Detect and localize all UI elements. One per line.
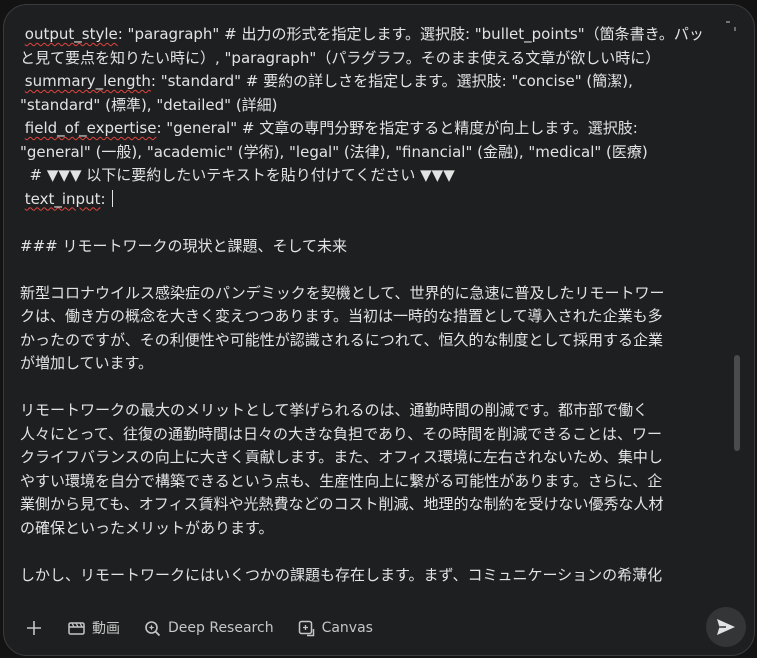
line-text: "general" (一般), "academic" (学術), "legal"… — [20, 142, 648, 161]
line-text: 新型コロナウイルス感染症のパンデミックを契機として、世界的に急速に普及したリモー… — [20, 283, 665, 302]
editor-line: 人々にとって、往復の通勤時間は日々の大きな負担であり、その時間を削減できることは… — [20, 423, 726, 447]
line-text: の確保といったメリットがあります。 — [20, 518, 274, 537]
editor-line: の確保といったメリットがあります。 — [20, 517, 726, 541]
line-text: : "paragraph" # 出力の形式を指定します。選択肢: "bullet… — [117, 25, 704, 43]
editor-line: "general" (一般), "academic" (学術), "legal"… — [20, 141, 726, 165]
add-button[interactable] — [18, 612, 50, 644]
line-text: ### リモートワークの現状と課題、そして未来 — [20, 236, 348, 255]
scrollbar[interactable] — [734, 19, 740, 602]
line-text: しかし、リモートワークにはいくつかの課題も存在します。まず、コミュニケーションの… — [20, 565, 663, 584]
line-text: と見て要点を知りたい時に）, "paragraph"（パラグラフ。そのまま使える… — [20, 48, 661, 67]
param-key: field_of_expertise — [24, 119, 157, 137]
line-text: かったのですが、その利便性や可能性が認識されるにつれて、恒久的な制度として採用す… — [20, 330, 664, 349]
video-tool-button[interactable]: 動画 — [58, 612, 130, 644]
line-text: クは、働き方の概念を大きく変えつつあります。当初は一時的な措置として導入された企… — [20, 307, 663, 325]
editor-line: と見て要点を知りたい時に）, "paragraph"（パラグラフ。そのまま使える… — [20, 47, 726, 71]
deep-research-icon — [145, 620, 161, 636]
send-button[interactable] — [706, 607, 746, 647]
editor-line: output_style: "paragraph" # 出力の形式を指定します。… — [20, 23, 726, 47]
editor-line: 新型コロナウイルス感染症のパンデミックを契機として、世界的に急速に普及したリモー… — [20, 282, 726, 306]
editor-line: やすい環境を自分で構築できるという点も、生産性向上に繋がる可能性があります。さら… — [20, 470, 726, 494]
editor-line: # ▼▼▼ 以下に要約したいテキストを貼り付けてください ▼▼▼ — [20, 164, 726, 188]
line-text: "standard" (標準), "detailed" (詳細) — [20, 95, 278, 114]
param-key: text_input — [24, 189, 101, 208]
canvas-icon — [298, 620, 314, 636]
editor-line: ### リモートワークの現状と課題、そして未来 — [20, 235, 726, 259]
line-text: やすい環境を自分で構築できるという点も、生産性向上に繋がる可能性があります。さら… — [20, 471, 663, 490]
editor-line: が増加しています。 — [20, 352, 726, 376]
line-text: が増加しています。 — [20, 354, 154, 372]
send-icon — [717, 619, 735, 635]
editor-line: field_of_expertise: "general" # 文章の専門分野を… — [20, 117, 726, 141]
deep-research-label: Deep Research — [168, 620, 274, 636]
deep-research-button[interactable]: Deep Research — [134, 612, 284, 644]
line-text: : "general" # 文章の専門分野を指定すると精度が向上します。選択肢: — [156, 119, 638, 137]
editor-line: クライフバランスの向上に大きく貢献します。また、オフィス環境に左右されないため、… — [20, 446, 726, 470]
editor-line: しかし、リモートワークにはいくつかの課題も存在します。まず、コミュニケーションの… — [20, 564, 726, 588]
editor-line: リモートワークの最大のメリットとして挙げられるのは、通勤時間の削減です。都市部で… — [20, 399, 726, 423]
line-text: # ▼▼▼ 以下に要約したいテキストを貼り付けてください ▼▼▼ — [29, 166, 455, 184]
scrollbar-thumb[interactable] — [734, 355, 740, 451]
line-text: リモートワークの最大のメリットとして挙げられるのは、通勤時間の削減です。都市部で… — [20, 401, 649, 419]
param-key: output_style — [24, 25, 118, 43]
editor-line: かったのですが、その利便性や可能性が認識されるにつれて、恒久的な制度として採用す… — [20, 329, 726, 353]
input-toolbar: 動画 Deep Research Canvas — [4, 601, 754, 655]
video-tool-label: 動画 — [92, 621, 120, 637]
line-text: : "standard" # 要約の詳しさを指定します。選択肢: "concis… — [150, 72, 633, 90]
editor-line: 業側から見ても、オフィス賃料や光熱費などのコスト削減、地理的な制約を受けない優秀… — [20, 493, 726, 517]
video-icon — [68, 621, 85, 635]
editor-line: クは、働き方の概念を大きく変えつつあります。当初は一時的な措置として導入された企… — [20, 305, 726, 329]
canvas-button[interactable]: Canvas — [288, 612, 383, 644]
text-caret — [112, 189, 114, 207]
editor-line: text_input: — [20, 188, 726, 212]
line-text: 業側から見ても、オフィス賃料や光熱費などのコスト削減、地理的な制約を受けない優秀… — [20, 495, 664, 513]
line-text: : — [100, 189, 111, 208]
prompt-input-panel: output_style: "paragraph" # 出力の形式を指定します。… — [3, 4, 755, 656]
prompt-textarea[interactable]: output_style: "paragraph" # 出力の形式を指定します。… — [20, 19, 726, 602]
canvas-label: Canvas — [321, 620, 373, 636]
editor-line: "standard" (標準), "detailed" (詳細) — [20, 94, 726, 118]
line-text: 人々にとって、往復の通勤時間は日々の大きな負担であり、その時間を削減できることは… — [20, 424, 663, 443]
param-key: summary_length — [24, 72, 151, 90]
plus-icon — [27, 621, 41, 635]
editor-line: summary_length: "standard" # 要約の詳しさを指定しま… — [20, 70, 726, 94]
line-text: クライフバランスの向上に大きく貢献します。また、オフィス環境に左右されないため、… — [20, 448, 663, 466]
